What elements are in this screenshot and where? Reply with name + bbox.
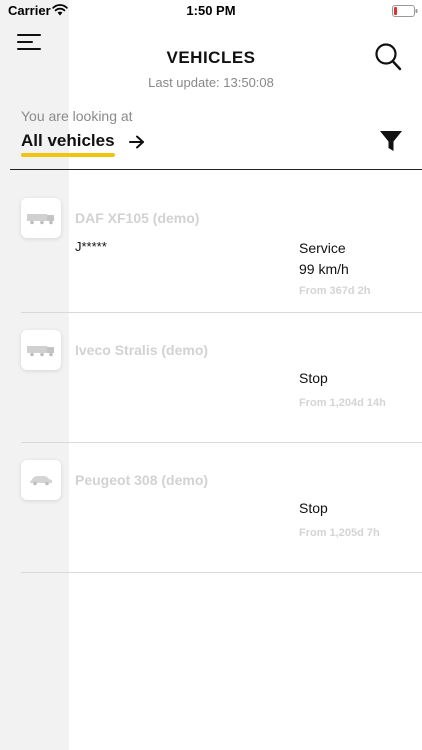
vehicle-status-since: From 1,204d 14h <box>299 397 386 409</box>
truck-icon <box>27 346 54 357</box>
filter-area: You are looking at All vehicles <box>0 102 422 170</box>
vehicle-name: DAF XF105 (demo) <box>75 210 200 226</box>
vehicle-speed: 99 km/h <box>299 261 349 277</box>
car-icon <box>30 476 52 486</box>
vehicle-scope-selector[interactable]: All vehicles <box>21 130 145 157</box>
row-divider <box>21 572 422 573</box>
scope-label: All vehicles <box>21 131 115 150</box>
arrow-right-icon <box>128 135 144 149</box>
vehicle-thumbnail <box>21 198 61 238</box>
vehicle-status-since: From 367d 2h <box>299 285 371 297</box>
vehicle-status: Stop <box>299 500 328 516</box>
vehicle-status: Service <box>299 240 346 256</box>
page-title: VEHICLES <box>166 48 256 67</box>
vehicle-driver: J***** <box>75 239 107 254</box>
vehicle-status: Stop <box>299 370 328 386</box>
app-header: VEHICLES Last update: 13:50:08 <box>0 22 422 102</box>
battery-icon <box>392 5 418 17</box>
vehicle-name: Peugeot 308 (demo) <box>75 472 209 488</box>
scope-underline <box>21 153 115 157</box>
status-time: 1:50 PM <box>186 3 236 18</box>
scope-label-wrap: All vehicles <box>21 131 115 157</box>
vehicle-row-peugeot[interactable]: Peugeot 308 (demo) Stop From 1,205d 7h <box>0 443 422 573</box>
status-bar: Carrier 1:50 PM <box>0 0 422 22</box>
truck-icon <box>27 214 54 225</box>
vehicle-list: DAF XF105 (demo) J***** Service 99 km/h … <box>0 170 422 573</box>
vehicle-thumbnail <box>21 460 61 500</box>
search-icon[interactable] <box>374 42 402 72</box>
vehicle-thumbnail <box>21 330 61 370</box>
looking-at-label: You are looking at <box>21 108 133 124</box>
vehicle-status-since: From 1,205d 7h <box>299 527 380 539</box>
vehicle-row-daf[interactable]: DAF XF105 (demo) J***** Service 99 km/h … <box>0 170 422 313</box>
header-divider <box>10 169 422 170</box>
vehicle-name: Iveco Stralis (demo) <box>75 342 209 358</box>
last-update-label: Last update: 13:50:08 <box>148 75 274 90</box>
vehicle-row-iveco[interactable]: Iveco Stralis (demo) Stop From 1,204d 14… <box>0 313 422 443</box>
funnel-filter-icon[interactable] <box>379 129 403 153</box>
